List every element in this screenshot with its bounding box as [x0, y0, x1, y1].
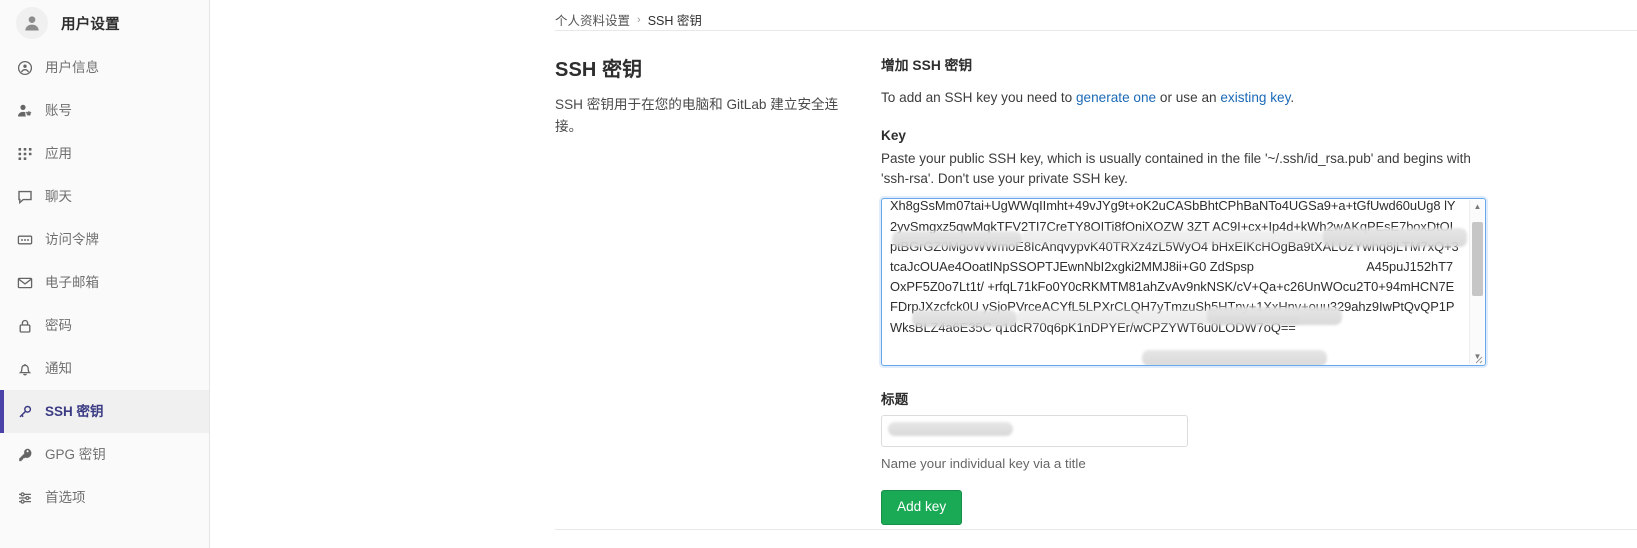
intro-text-prefix: To add an SSH key you need to [881, 90, 1076, 105]
sidebar-item-label: GPG 密钥 [45, 446, 106, 462]
form-intro: To add an SSH key you need to generate o… [881, 88, 1493, 108]
key-field-label: Key [881, 128, 906, 144]
sidebar-item-label: SSH 密钥 [45, 403, 104, 419]
user-circle-icon [16, 59, 33, 76]
title-field-help: Name your individual key via a title [881, 456, 1086, 472]
main-content: 个人资料设置 › SSH 密钥 SSH 密钥 SSH 密钥用于在您的电脑和 Gi… [210, 0, 1637, 548]
scroll-up-icon[interactable]: ▲ [1470, 200, 1485, 214]
sidebar-item-preferences[interactable]: 首选项 [0, 476, 209, 519]
ssh-keys-settings-page: 用户设置 用户信息 账号 应用 聊天 访问令牌 电子邮箱 密码 通知 SSH 密… [0, 0, 1637, 548]
avatar [16, 7, 48, 39]
title-input[interactable] [881, 415, 1188, 448]
key-icon [16, 446, 33, 463]
sidebar-item-label: 聊天 [45, 188, 72, 204]
sidebar-item-label: 通知 [45, 360, 72, 376]
section-descriptor: SSH 密钥 SSH 密钥用于在您的电脑和 GitLab 建立安全连接。 [555, 51, 845, 525]
user-avatar-icon [25, 16, 39, 31]
sidebar-item-gpg-keys[interactable]: GPG 密钥 [0, 433, 209, 476]
existing-key-link[interactable]: existing key [1220, 90, 1290, 105]
key-field-help: Paste your public SSH key, which is usua… [881, 151, 1471, 187]
sidebar-title: 用户设置 [61, 16, 120, 33]
sidebar-item-ssh-keys[interactable]: SSH 密钥 [0, 390, 209, 433]
form-heading: 增加 SSH 密钥 [881, 58, 973, 73]
account-gear-icon [16, 102, 33, 119]
ssh-key-textarea[interactable]: Xh8gSsMm07tai+UgWWqIImht+49vJYg9t+oK2uCA… [881, 198, 1486, 367]
sidebar-item-chat[interactable]: 聊天 [0, 175, 209, 218]
intro-text-middle: or use an [1156, 90, 1221, 105]
sidebar-item-user-info[interactable]: 用户信息 [0, 46, 209, 89]
sidebar-item-account[interactable]: 账号 [0, 89, 209, 132]
apps-grid-icon [16, 145, 33, 162]
breadcrumb-current: SSH 密钥 [647, 14, 702, 28]
sidebar-item-access-tokens[interactable]: 访问令牌 [0, 218, 209, 261]
chat-bubble-icon [16, 188, 33, 205]
sidebar-item-label: 电子邮箱 [45, 274, 99, 290]
redaction-smudge [888, 422, 1013, 437]
breadcrumb: 个人资料设置 › SSH 密钥 [210, 0, 1637, 30]
sidebar-item-emails[interactable]: 电子邮箱 [0, 261, 209, 304]
settings-content: SSH 密钥 SSH 密钥用于在您的电脑和 GitLab 建立安全连接。 增加 … [210, 31, 1637, 525]
generate-one-link[interactable]: generate one [1076, 90, 1156, 105]
sidebar-nav: 用户信息 账号 应用 聊天 访问令牌 电子邮箱 密码 通知 SSH 密钥 GPG… [0, 46, 209, 519]
page-title: SSH 密钥 [555, 59, 643, 81]
sidebar-item-password[interactable]: 密码 [0, 304, 209, 347]
sliders-icon [16, 489, 33, 506]
textarea-resize-handle[interactable] [1471, 352, 1483, 364]
settings-sidebar: 用户设置 用户信息 账号 应用 聊天 访问令牌 电子邮箱 密码 通知 SSH 密… [0, 0, 210, 548]
chevron-right-icon: › [637, 13, 641, 26]
sidebar-item-label: 访问令牌 [45, 231, 99, 247]
add-ssh-key-form: 增加 SSH 密钥 To add an SSH key you need to … [881, 51, 1493, 525]
redaction-smudge [1142, 350, 1327, 366]
title-field-label: 标题 [881, 392, 909, 408]
sidebar-item-label: 用户信息 [45, 59, 99, 75]
sidebar-header: 用户设置 [0, 0, 209, 46]
key-icon [16, 403, 33, 420]
page-description: SSH 密钥用于在您的电脑和 GitLab 建立安全连接。 [555, 97, 839, 135]
sidebar-item-notifications[interactable]: 通知 [0, 347, 209, 390]
ssh-key-textarea-value: Xh8gSsMm07tai+UgWWqIImht+49vJYg9t+oK2uCA… [890, 198, 1459, 335]
sidebar-item-label: 首选项 [45, 489, 86, 505]
sidebar-item-applications[interactable]: 应用 [0, 132, 209, 175]
scrollbar-thumb[interactable] [1472, 222, 1483, 297]
bottom-divider [555, 529, 1637, 530]
intro-text-suffix: . [1290, 90, 1295, 105]
sidebar-item-label: 密码 [45, 317, 72, 333]
add-key-button[interactable]: Add key [881, 490, 963, 525]
sidebar-item-label: 账号 [45, 102, 72, 118]
lock-icon [16, 317, 33, 334]
sidebar-item-label: 应用 [45, 145, 72, 161]
envelope-icon [16, 274, 33, 291]
breadcrumb-parent[interactable]: 个人资料设置 [555, 10, 630, 29]
bell-icon [16, 360, 33, 377]
access-token-icon [16, 231, 33, 248]
textarea-scrollbar[interactable]: ▲ ▼ [1469, 200, 1485, 365]
